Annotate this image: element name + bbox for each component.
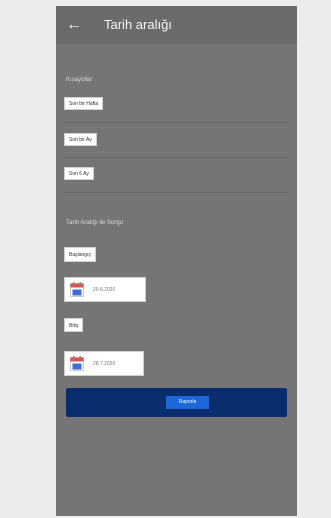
start-date-label: Başlangıç	[64, 247, 96, 262]
start-date-field[interactable]: 29.6.2020	[64, 277, 146, 302]
range-query-label: Tarih Aralığı ile Sorgu	[66, 220, 124, 226]
preset-last-6-months-button[interactable]: Son 6 Ay	[64, 167, 94, 180]
presets-label: Kısayollar	[66, 77, 93, 83]
device-frame: ← Tarih aralığı Kısayollar Son bir Hafta…	[0, 0, 331, 518]
report-button-label: Raporla	[166, 396, 209, 409]
calendar-icon	[70, 282, 84, 297]
end-date-label: Bitiş	[64, 318, 84, 332]
divider	[64, 122, 288, 123]
end-date-value: 28.7.2020	[93, 361, 116, 367]
calendar-icon	[70, 356, 84, 371]
arrow-left-icon: ←	[66, 16, 82, 33]
page-title: Tarih aralığı	[104, 17, 172, 32]
end-date-field[interactable]: 28.7.2020	[64, 351, 144, 376]
preset-last-week-button[interactable]: Son bir Hafta	[64, 97, 104, 110]
app-bar: ← Tarih aralığı	[56, 6, 297, 44]
back-button[interactable]: ←	[64, 15, 84, 35]
divider	[64, 157, 288, 158]
start-date-value: 29.6.2020	[93, 287, 116, 293]
preset-last-month-button[interactable]: Son bir Ay	[64, 133, 97, 146]
app-screen: ← Tarih aralığı Kısayollar Son bir Hafta…	[56, 6, 297, 516]
report-button[interactable]: Raporla	[66, 388, 287, 417]
divider	[64, 192, 288, 193]
